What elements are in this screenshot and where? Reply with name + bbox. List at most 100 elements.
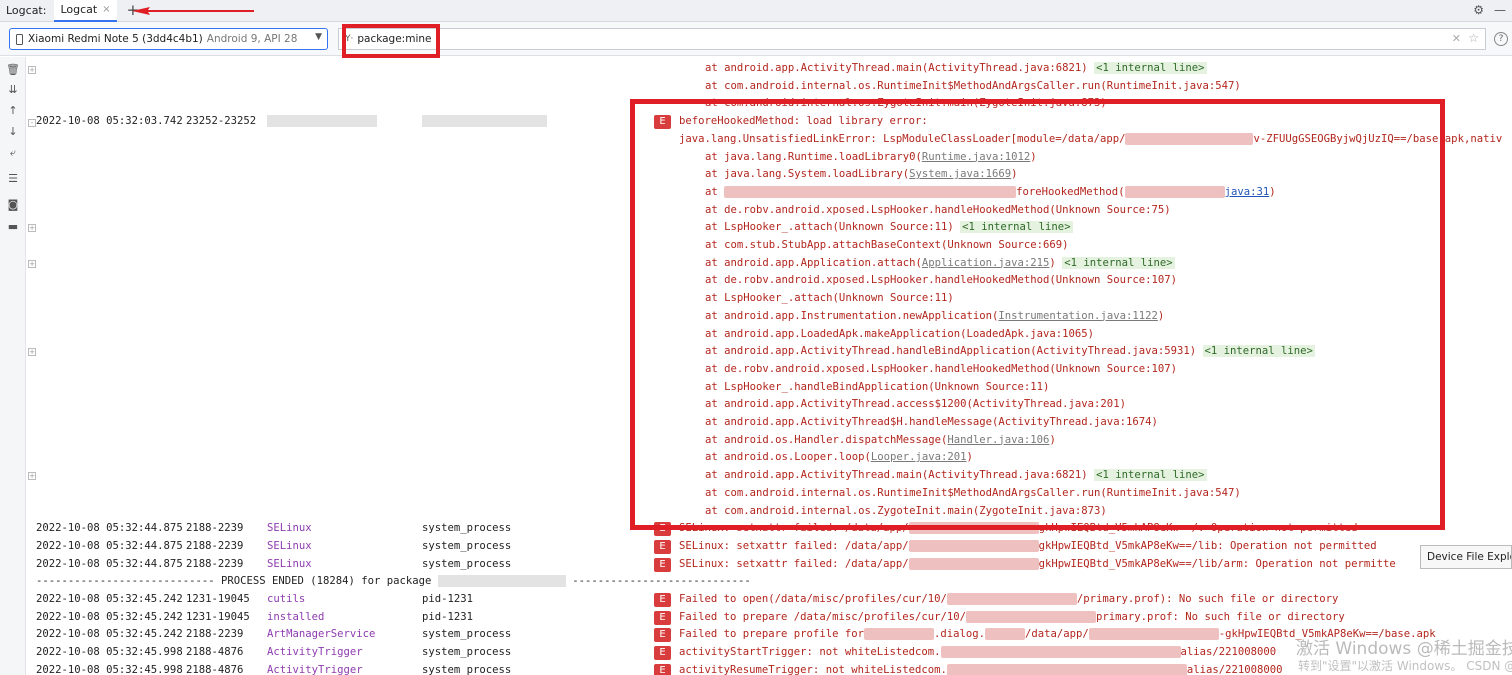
log-row[interactable]: 2022-10-08 05:32:44.875 2188-2239 SELinux s… (36, 538, 1512, 556)
log-message: SELinux: setxattr failed: /data/app/gkHp… (679, 539, 1377, 552)
level-badge: E (654, 610, 671, 625)
arrow-down-icon[interactable]: ↓ (6, 125, 20, 139)
trash-icon[interactable]: 🗑 (6, 63, 20, 77)
redacted-text (985, 628, 1025, 641)
arrow-up-icon[interactable]: ↑ (6, 104, 20, 118)
redacted-text (908, 557, 1039, 570)
star-icon[interactable]: ☆ (1468, 31, 1479, 45)
log-tag: ActivityTrigger (267, 646, 363, 659)
device-meta: Android 9, API 28 (206, 33, 298, 45)
internal-line-badge[interactable]: <1 internal line> (1094, 62, 1207, 74)
logcat-side-toolbar: 🗑 ⇊ ↑ ↓ ⤶ ☰ ◙ ▬ (0, 57, 26, 675)
log-package: system_process (422, 522, 512, 535)
activation-watermark: 激活 Windows @稀土掘金技术社区 (1296, 639, 1512, 659)
fold-icon[interactable]: + (28, 472, 36, 480)
gear-icon[interactable]: ⚙ (1473, 3, 1484, 17)
activation-watermark-sub: 转到"设置"以激活 Windows。 CSDN @Wuyang (1298, 659, 1512, 673)
tool-window-label: Logcat: (6, 4, 47, 17)
log-tag: installed (267, 610, 325, 623)
redacted-text (966, 610, 1097, 623)
logcat-toolbar: Xiaomi Redmi Note 5 (3dd4c4b1) Android 9… (0, 22, 1512, 56)
log-pid: 1231-19045 (186, 593, 250, 605)
red-highlight-filter (342, 24, 440, 58)
log-row[interactable]: 2022-10-08 05:32:45.998 2188-4876 Activity… (36, 644, 1512, 662)
device-file-explorer-tooltip: Device File Explorer (1420, 545, 1512, 569)
red-highlight-stacktrace (630, 99, 1445, 530)
log-package: system_process (422, 663, 512, 675)
log-pid: 2188-4876 (186, 663, 244, 675)
log-package: system_process (422, 557, 512, 570)
level-badge: E (654, 557, 671, 572)
log-date: 2022-10-08 05:32:44.875 (36, 522, 183, 535)
log-package: pid-1231 (422, 610, 474, 623)
log-row[interactable]: 2022-10-08 05:32:45.242 1231-19045 install… (36, 609, 1512, 627)
redacted-text (863, 628, 934, 641)
chevron-down-icon: ▼ (315, 32, 322, 42)
log-date: 2022-10-08 05:32:44.875 (36, 539, 183, 552)
log-row[interactable]: 2022-10-08 05:32:45.242 1231-19045 cutils p… (36, 591, 1512, 609)
device-name: Xiaomi Redmi Note 5 (3dd4c4b1) (28, 33, 203, 45)
level-badge: E (654, 539, 671, 554)
log-tag: ActivityTrigger (267, 663, 363, 675)
log-package: pid-1231 (422, 593, 474, 605)
redacted-text (946, 593, 1077, 605)
level-badge: E (654, 646, 671, 661)
help-icon[interactable]: ? (1494, 32, 1508, 46)
fold-icon[interactable]: + (28, 66, 36, 74)
log-row[interactable]: 2022-10-08 05:32:44.875 2188-2239 SELinux s… (36, 556, 1512, 574)
phone-icon (16, 33, 23, 45)
log-pid: 2188-2239 (186, 557, 244, 570)
redacted-package (422, 115, 547, 128)
log-message: Failed to prepare /data/misc/profiles/cu… (679, 610, 1345, 623)
level-badge: E (654, 593, 671, 607)
red-arrow-annotation (132, 7, 254, 15)
log-date: 2022-10-08 05:32:45.242 (36, 610, 183, 623)
minimize-icon[interactable]: — (1494, 3, 1506, 17)
log-date: 2022-10-08 05:32:45.242 (36, 593, 183, 605)
log-message: Failed to open(/data/misc/profiles/cur/1… (679, 593, 1339, 605)
redacted-package (437, 575, 566, 588)
log-date: 2022-10-08 05:32:44.875 (36, 557, 183, 570)
log-package: system_process (422, 539, 512, 552)
fold-icon[interactable]: + (28, 260, 36, 268)
redacted-text (1088, 628, 1219, 641)
log-package: system_process (422, 646, 512, 659)
filter-input[interactable]: Y· package:mine ✕ ☆ (338, 28, 1486, 50)
tab-logcat-label: Logcat (60, 3, 98, 16)
log-tag: SELinux (267, 557, 312, 570)
device-selector[interactable]: Xiaomi Redmi Note 5 (3dd4c4b1) Android 9… (9, 28, 328, 50)
fold-icon[interactable]: + (28, 348, 36, 356)
process-ended-line: ---------------------------- PROCESS END… (36, 575, 751, 588)
redacted-text (946, 663, 1187, 675)
log-row[interactable]: 2022-10-08 05:32:45.998 2188-4876 Activity… (36, 662, 1512, 675)
log-package: system_process (422, 628, 512, 641)
redacted-text (908, 539, 1039, 552)
level-badge: E (654, 628, 671, 643)
log-pid: 2188-4876 (186, 646, 244, 659)
log-message: activityResumeTrigger: not whiteListedco… (679, 663, 1283, 675)
close-icon[interactable]: × (102, 4, 110, 15)
video-icon[interactable]: ▬ (6, 220, 20, 234)
log-tag: SELinux (267, 539, 312, 552)
settings-sliders-icon[interactable]: ☰ (6, 172, 20, 186)
camera-icon[interactable]: ◙ (6, 198, 20, 212)
redacted-tag (267, 115, 377, 128)
log-row[interactable]: 2022-10-08 05:32:45.242 2188-2239 ArtManag… (36, 626, 1512, 644)
log-date: 2022-10-08 05:32:45.998 (36, 663, 183, 675)
log-pid: 2188-2239 (186, 539, 244, 552)
fold-icon[interactable]: + (28, 224, 36, 232)
log-tag: SELinux (267, 522, 312, 535)
soft-wrap-icon[interactable]: ⤶ (6, 146, 20, 160)
tab-logcat[interactable]: Logcat × (54, 0, 117, 22)
log-date: 2022-10-08 05:32:45.998 (36, 646, 183, 659)
log-date: 2022-10-08 05:32:45.242 (36, 628, 183, 641)
log-message: activityStartTrigger: not whiteListedcom… (679, 646, 1277, 659)
fold-icon[interactable]: - (28, 119, 36, 127)
log-tag: cutils (267, 593, 306, 605)
level-badge: E (654, 663, 671, 675)
scroll-to-end-icon[interactable]: ⇊ (6, 83, 20, 97)
log-pid: 1231-19045 (186, 610, 250, 623)
clear-icon[interactable]: ✕ (1452, 32, 1461, 45)
log-pid: 2188-2239 (186, 628, 244, 641)
log-pid: 2188-2239 (186, 522, 244, 535)
